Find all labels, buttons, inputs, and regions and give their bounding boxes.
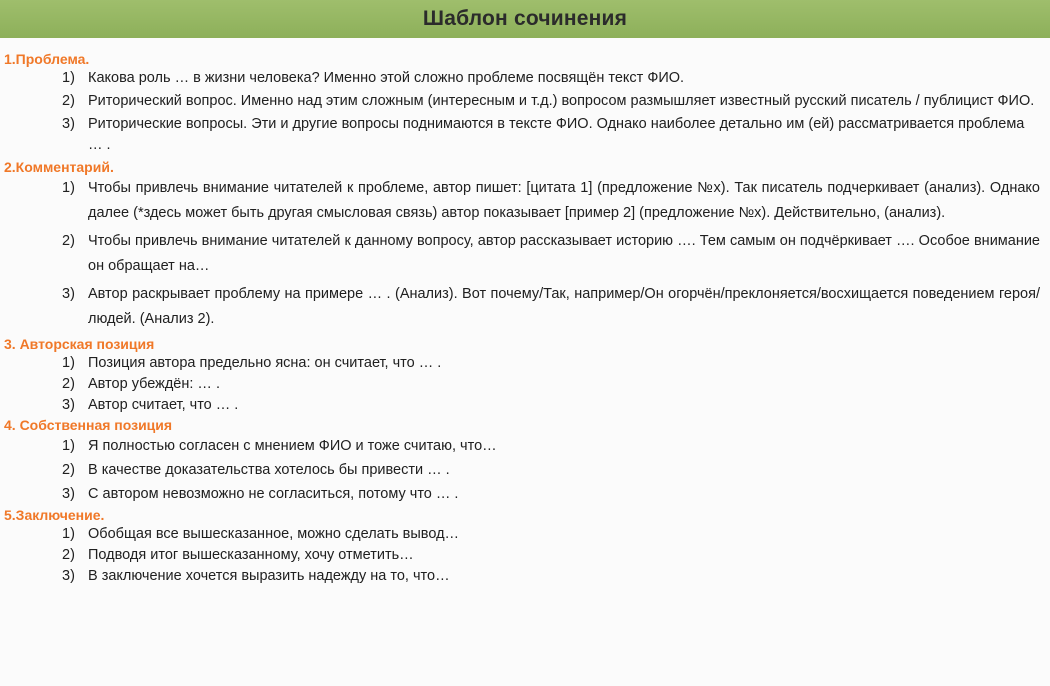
- section-heading: 5.Заключение.: [4, 507, 105, 523]
- item-number: 3): [62, 397, 75, 413]
- list-item: 2) Риторический вопрос. Именно над этим …: [0, 91, 1050, 112]
- list-item: 2) Подводя итог вышесказанному, хочу отм…: [0, 545, 1050, 566]
- item-text: Какова роль … в жизни человека? Именно э…: [88, 70, 685, 86]
- section-heading: 4. Собственная позиция: [4, 417, 173, 433]
- item-number: 1): [62, 355, 75, 371]
- item-text: Чтобы привлечь внимание читателей к данн…: [88, 233, 1040, 274]
- item-list: 1) Обобщая все вышесказанное, можно сдел…: [0, 524, 1050, 587]
- item-list: 1) Я полностью согласен с мнением ФИО и …: [0, 434, 1050, 506]
- item-text: Я полностью согласен с мнением ФИО и тож…: [88, 438, 497, 454]
- item-list: 1) Позиция автора предельно ясна: он счи…: [0, 353, 1050, 416]
- list-item: 3) С автором невозможно не согласиться, …: [0, 482, 1050, 506]
- item-text: Риторические вопросы. Эти и другие вопро…: [88, 116, 1025, 153]
- item-text: Обобщая все вышесказанное, можно сделать…: [88, 526, 460, 542]
- item-text: Чтобы привлечь внимание читателей к проб…: [88, 180, 1040, 221]
- item-text: Автор раскрывает проблему на примере … .…: [88, 286, 1040, 327]
- item-number: 3): [62, 286, 75, 302]
- item-text: Автор убеждён: … .: [88, 376, 220, 392]
- page-title: Шаблон сочинения: [422, 7, 628, 30]
- section-heading: 2.Комментарий.: [4, 159, 114, 175]
- title-bar: Шаблон сочинения: [0, 0, 1050, 38]
- list-item: 2) В качестве доказательства хотелось бы…: [0, 458, 1050, 482]
- item-number: 1): [62, 70, 75, 86]
- item-list: 1) Чтобы привлечь внимание читателей к п…: [0, 176, 1050, 331]
- item-text: Риторический вопрос. Именно над этим сло…: [88, 93, 1035, 109]
- section-author-position: 3. Авторская позиция 1) Позиция автора п…: [0, 335, 1050, 416]
- list-item: 1) Чтобы привлечь внимание читателей к п…: [0, 176, 1050, 225]
- item-number: 3): [62, 116, 75, 132]
- list-item: 3) Риторические вопросы. Эти и другие во…: [0, 114, 1050, 156]
- list-item: 2) Автор убеждён: … .: [0, 374, 1050, 395]
- item-text: В заключение хочется выразить надежду на…: [88, 568, 450, 584]
- item-text: В качестве доказательства хотелось бы пр…: [88, 462, 450, 478]
- item-number: 2): [62, 233, 75, 249]
- list-item: 1) Позиция автора предельно ясна: он счи…: [0, 353, 1050, 374]
- item-number: 3): [62, 568, 75, 584]
- item-number: 3): [62, 486, 75, 502]
- section-heading: 1.Проблема.: [4, 51, 90, 67]
- section-conclusion: 5.Заключение. 1) Обобщая все вышесказанн…: [0, 506, 1050, 587]
- item-text: С автором невозможно не согласиться, пот…: [88, 486, 459, 502]
- item-number: 2): [62, 93, 75, 109]
- section-commentary: 2.Комментарий. 1) Чтобы привлечь внимани…: [0, 158, 1050, 331]
- list-item: 2) Чтобы привлечь внимание читателей к д…: [0, 229, 1050, 278]
- list-item: 3) В заключение хочется выразить надежду…: [0, 566, 1050, 587]
- list-item: 1) Обобщая все вышесказанное, можно сдел…: [0, 524, 1050, 545]
- item-text: Позиция автора предельно ясна: он считае…: [88, 355, 442, 371]
- section-problem: 1.Проблема. 1) Какова роль … в жизни чел…: [0, 50, 1050, 156]
- section-heading: 3. Авторская позиция: [4, 336, 155, 352]
- list-item: 3) Автор считает, что … .: [0, 395, 1050, 416]
- item-number: 1): [62, 438, 75, 454]
- section-own-position: 4. Собственная позиция 1) Я полностью со…: [0, 416, 1050, 506]
- item-number: 2): [62, 547, 75, 563]
- list-item: 3) Автор раскрывает проблему на примере …: [0, 282, 1050, 331]
- item-number: 2): [62, 376, 75, 392]
- list-item: 1) Какова роль … в жизни человека? Именн…: [0, 68, 1050, 89]
- item-list: 1) Какова роль … в жизни человека? Именн…: [0, 68, 1050, 156]
- document-body: 1.Проблема. 1) Какова роль … в жизни чел…: [0, 50, 1050, 587]
- item-number: 2): [62, 462, 75, 478]
- item-number: 1): [62, 526, 75, 542]
- item-number: 1): [62, 180, 75, 196]
- list-item: 1) Я полностью согласен с мнением ФИО и …: [0, 434, 1050, 458]
- item-text: Подводя итог вышесказанному, хочу отмети…: [88, 547, 414, 563]
- item-text: Автор считает, что … .: [88, 397, 239, 413]
